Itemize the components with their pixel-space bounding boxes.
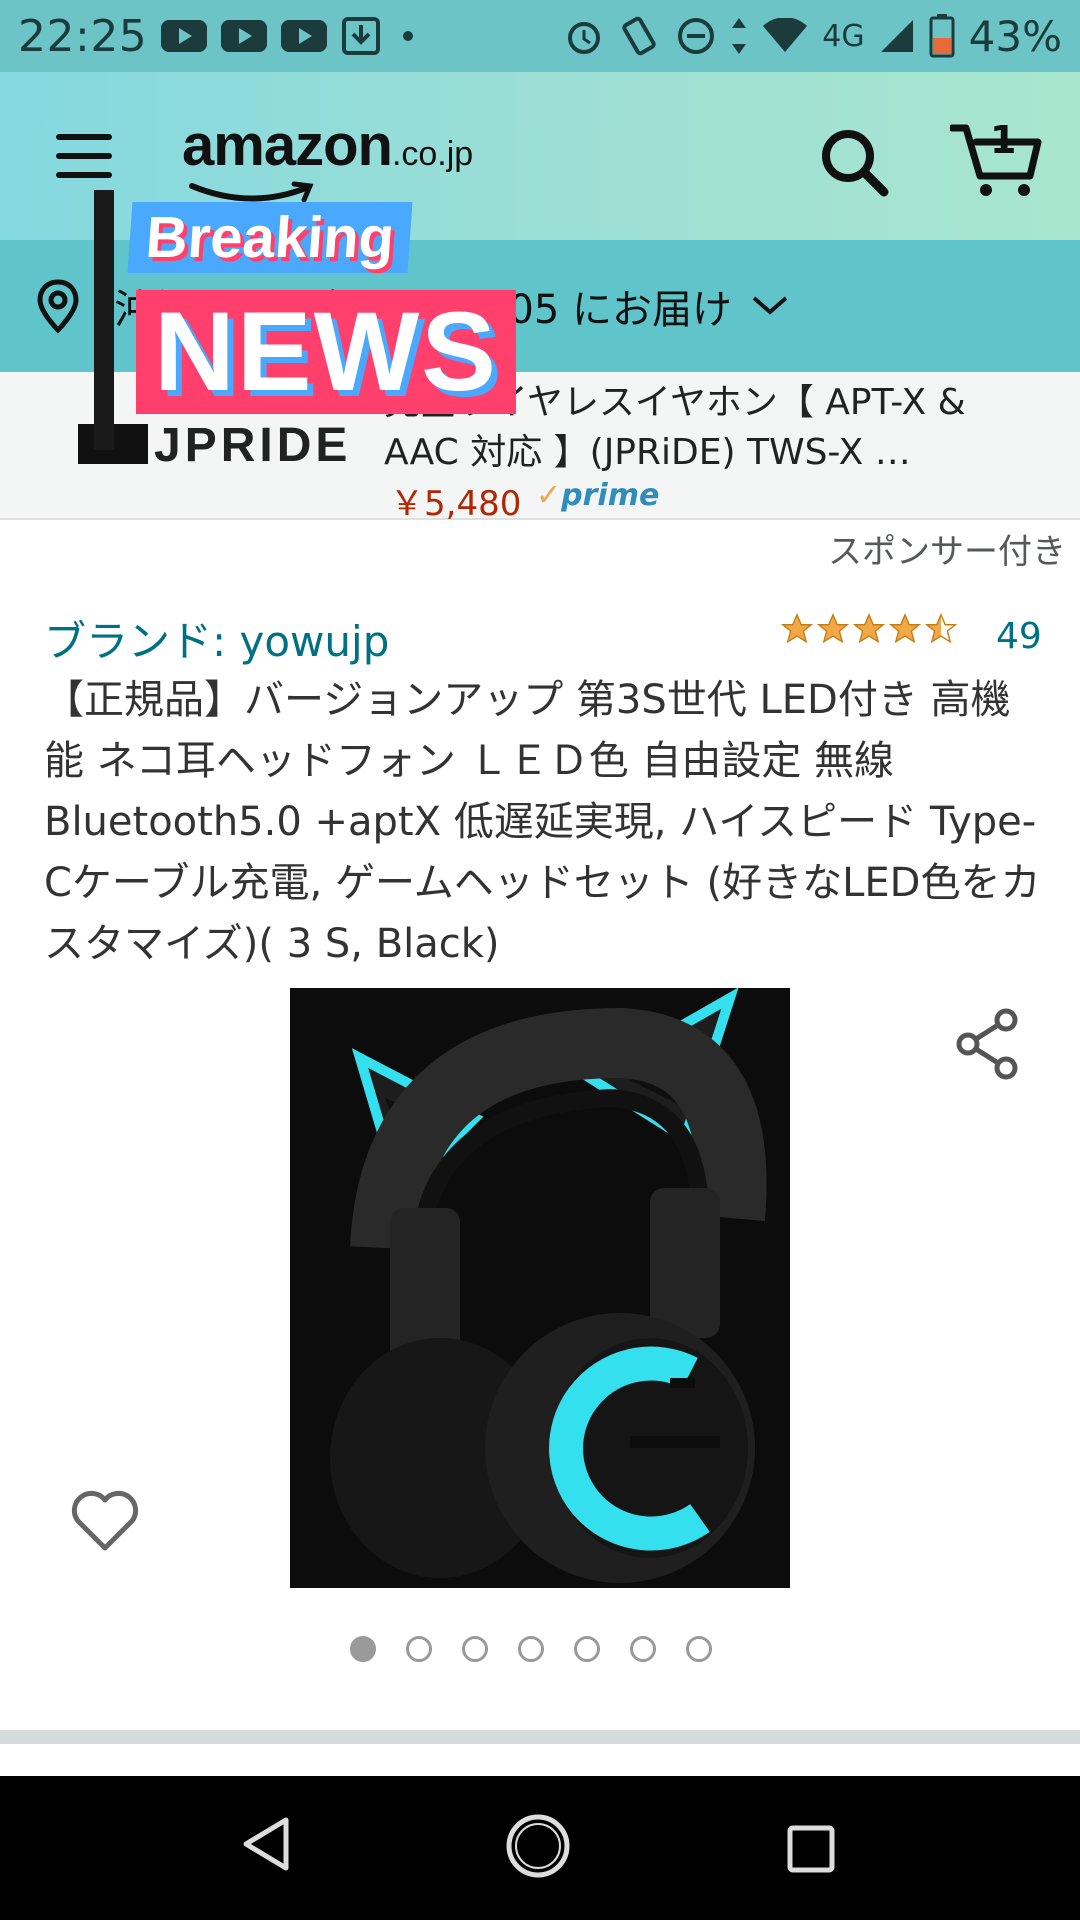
app-header: amazon.co.jp 1 [0,72,1080,240]
rating-count[interactable]: 49 [996,616,1042,657]
carousel-dot[interactable] [630,1636,656,1662]
cart-count-badge: 1 [990,118,1017,162]
vibrate-icon [618,16,662,56]
carousel-dot[interactable] [406,1636,432,1662]
youtube-notification-icon [281,20,328,52]
star-full-icon [780,613,814,644]
menu-icon[interactable] [56,134,112,178]
carousel-dot[interactable] [686,1636,712,1662]
star-full-icon [816,613,850,644]
section-divider [0,1730,1080,1744]
logo-smile-icon [189,181,314,203]
delivery-address-text: 沖縄県那覇市 900-0005 にお届け [114,287,733,333]
do-not-disturb-icon [676,16,716,56]
carousel-dot[interactable] [350,1636,376,1662]
back-icon[interactable] [240,1816,292,1872]
status-bar: 22:25 4G 43% [0,0,1080,72]
sponsored-product-title[interactable]: 完全ワイヤレスイヤホン【 APT-X & AAC 対応 】(JPRiDE) TW… [384,378,1024,478]
data-arrows-icon [730,16,748,56]
location-pin-icon [37,279,79,334]
heart-icon[interactable] [70,1490,140,1554]
logo-main: amazon [182,113,393,178]
search-icon[interactable] [818,126,890,198]
prime-badge: ✓prime [536,478,660,513]
signal-icon [879,18,915,54]
youtube-notification-icon [161,20,208,52]
logo-tld: .co.jp [391,135,474,173]
system-nav-bar [0,1776,1080,1920]
chevron-down-icon [752,296,788,315]
share-icon[interactable] [956,1008,1020,1080]
network-type: 4G [822,18,865,54]
star-half-icon [924,613,958,644]
carousel-dot[interactable] [518,1636,544,1662]
youtube-notification-icon [221,20,268,52]
brand-link[interactable]: ブランド: yowujp [44,608,389,669]
recent-apps-icon[interactable] [786,1824,836,1874]
image-carousel-dots [350,1636,712,1662]
carousel-dot[interactable] [574,1636,600,1662]
more-notifications-icon [403,31,414,41]
status-time: 22:25 [18,10,148,62]
amazon-logo[interactable]: amazon.co.jp [182,112,473,179]
sponsored-product-price: ￥5,480 [390,484,522,524]
sponsored-product-banner[interactable]: JPRIDE 完全ワイヤレスイヤホン【 APT-X & AAC 対応 】(JPR… [0,372,1080,524]
product-title: 【正規品】バージョンアップ 第3S世代 LED付き 高機能 ネコ耳ヘッドフォン … [44,677,1041,967]
battery-icon [929,14,955,58]
download-icon [341,16,381,56]
sponsored-label: スポンサー付き [828,532,1066,572]
carousel-dot[interactable] [462,1636,488,1662]
alarm-icon [564,16,604,56]
star-full-icon [852,613,886,644]
jpride-logo-mark [78,424,148,464]
star-rating[interactable] [780,612,960,646]
delivery-location-bar[interactable]: 沖縄県那覇市 900-0005 にお届け [0,240,1080,372]
product-image[interactable] [290,988,790,1588]
wifi-icon [762,18,808,54]
jpride-brand-logo: JPRIDE [154,419,352,472]
status-right: 4G 43% [564,12,1062,61]
battery-percentage: 43% [968,11,1062,61]
cat-ear-headphones-illustration [290,988,790,1588]
home-icon[interactable] [504,1812,572,1880]
status-left: 22:25 [18,11,421,62]
star-full-icon [888,613,922,644]
